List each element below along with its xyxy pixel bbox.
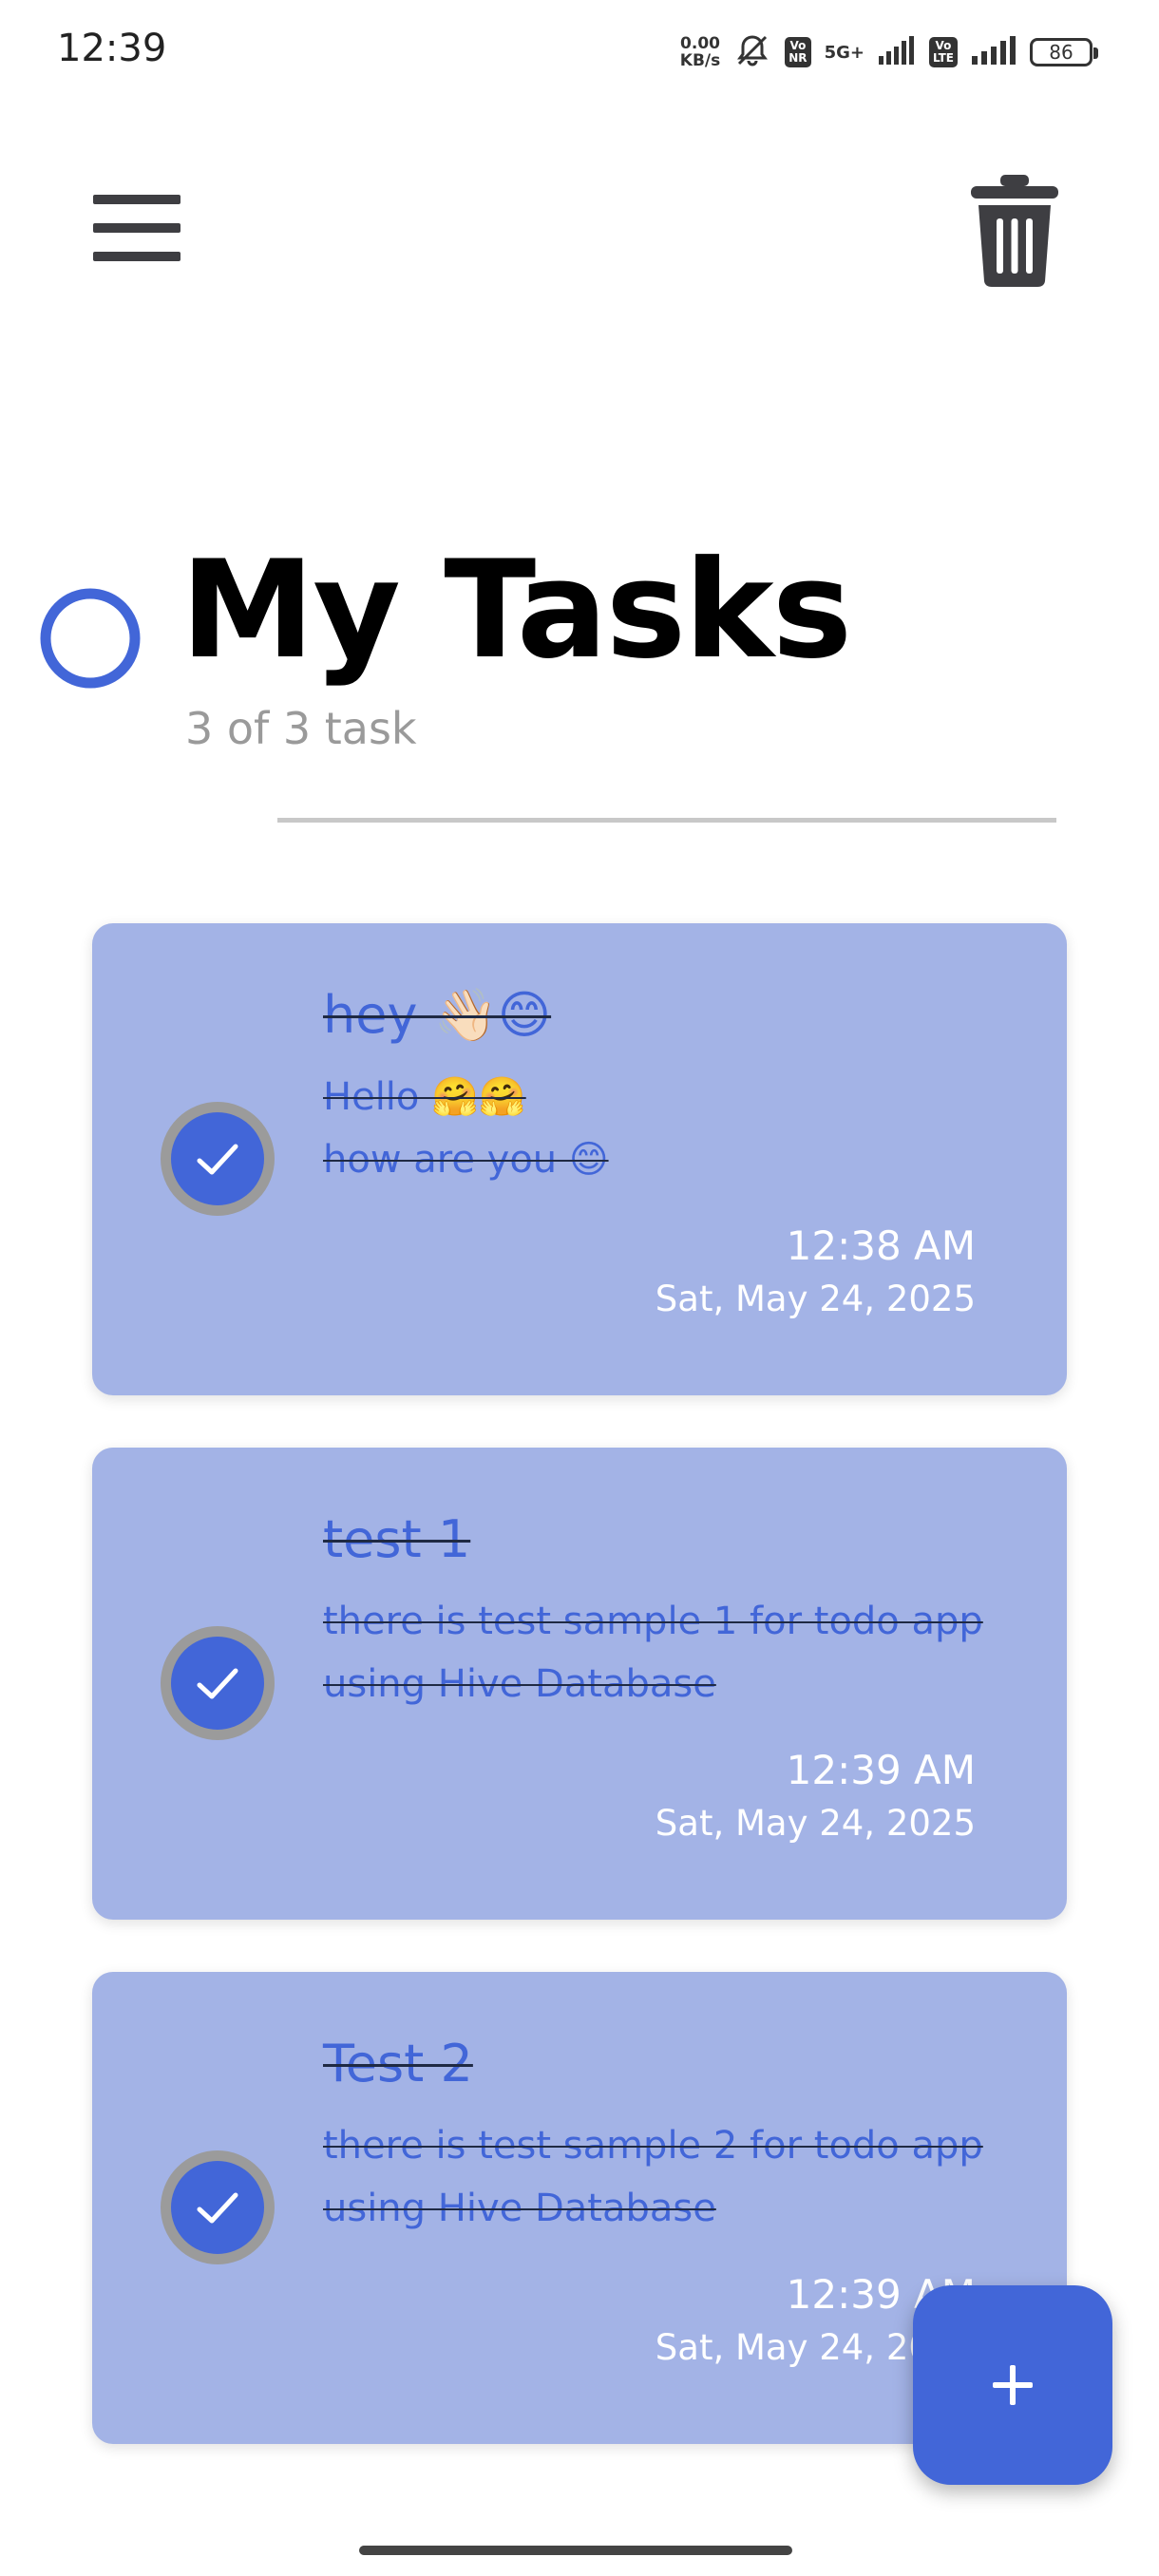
task-date: Sat, May 24, 2025 <box>655 1279 976 1319</box>
trash-icon <box>971 175 1058 287</box>
check-icon <box>197 1144 238 1175</box>
volte-nr-badge: Vo NR <box>785 37 811 67</box>
network-type: 5G+ <box>824 42 864 63</box>
battery-level: 86 <box>1049 41 1074 64</box>
task-title: hey 👋🏻😊 <box>323 985 552 1045</box>
task-count: 3 of 3 task <box>185 703 417 754</box>
progress-ring-icon <box>40 588 141 689</box>
check-icon <box>197 2192 238 2224</box>
add-task-button[interactable] <box>913 2285 1112 2485</box>
task-description: there is test sample 2 for todo app usin… <box>323 2124 983 2230</box>
task-card[interactable]: test 1 there is test sample 1 for todo a… <box>92 1448 1067 1920</box>
task-complete-toggle[interactable] <box>161 2150 275 2264</box>
signal-icon <box>878 35 916 69</box>
bell-muted-icon <box>733 31 771 73</box>
status-time: 12:39 <box>57 27 167 70</box>
battery-icon: 86 <box>1030 38 1098 66</box>
header-divider <box>277 818 1056 823</box>
hamburger-menu-icon[interactable] <box>93 195 182 261</box>
task-description: there is test sample 1 for todo app usin… <box>323 1600 983 1706</box>
delete-all-button[interactable] <box>967 171 1062 290</box>
menu-line <box>93 252 180 261</box>
page-title: My Tasks <box>180 532 852 689</box>
task-list: hey 👋🏻😊 Hello 🤗🤗 how are you 😊 12:38 AM … <box>92 923 1067 2496</box>
task-description: Hello 🤗🤗 how are you 😊 <box>323 1075 609 1182</box>
plus-icon <box>993 2365 1033 2405</box>
check-icon <box>197 1668 238 1699</box>
task-title: test 1 <box>323 1509 471 1569</box>
network-speed-unit: KB/s <box>679 51 721 70</box>
task-complete-toggle[interactable] <box>161 1626 275 1740</box>
status-bar: 12:39 0.00 KB/s Vo NR 5G+ Vo LTE 86 <box>0 0 1159 104</box>
menu-line <box>93 195 180 204</box>
task-time: 12:39 AM <box>786 1747 976 1793</box>
task-title: Test 2 <box>323 2034 473 2093</box>
task-date: Sat, May 24, 2025 <box>655 1803 976 1844</box>
task-time: 12:38 AM <box>786 1222 976 1269</box>
signal-icon <box>971 35 1016 69</box>
task-complete-toggle[interactable] <box>161 1102 275 1216</box>
network-speed: 0.00 KB/s <box>680 35 720 69</box>
menu-line <box>93 223 180 233</box>
home-indicator[interactable] <box>359 2546 792 2555</box>
status-icons: 0.00 KB/s Vo NR 5G+ Vo LTE 86 <box>680 28 1098 76</box>
volte-lte-badge: Vo LTE <box>928 37 958 67</box>
task-card[interactable]: hey 👋🏻😊 Hello 🤗🤗 how are you 😊 12:38 AM … <box>92 923 1067 1395</box>
network-speed-value: 0.00 <box>680 34 720 53</box>
